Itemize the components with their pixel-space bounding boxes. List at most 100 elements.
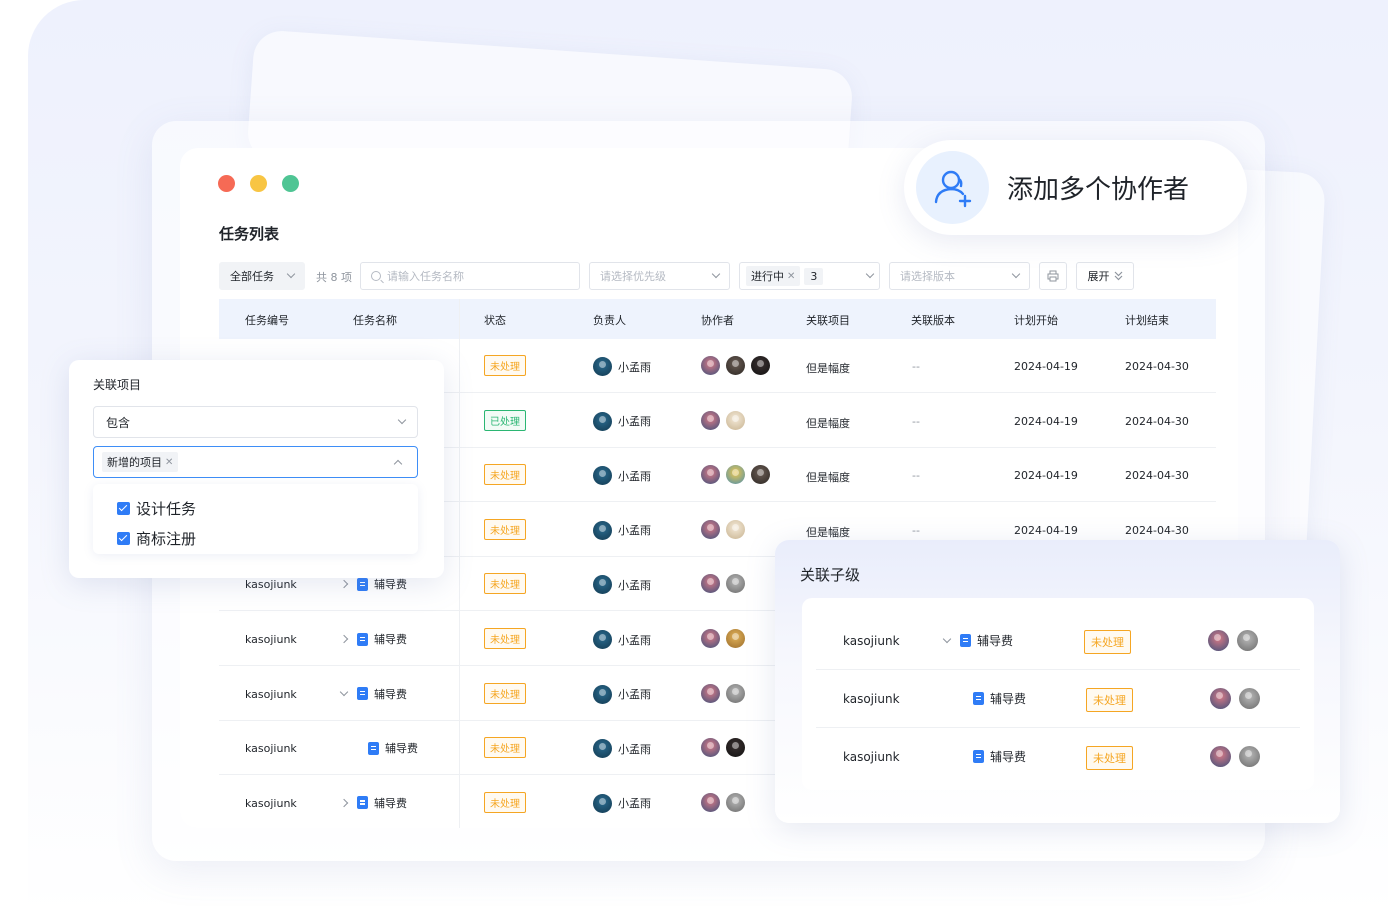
status-count: 3 [804, 267, 824, 285]
status-badge: 未处理 [484, 682, 526, 704]
collapse-icon[interactable] [339, 687, 349, 696]
column-header[interactable]: 关联版本 [911, 312, 955, 328]
related-version: -- [912, 523, 920, 537]
related-children-panel: 关联子级 kasojiunk 辅导费 未处理 kasojiunk 辅导费 未处理 kasoj… [775, 540, 1340, 823]
avatar [726, 356, 745, 375]
avatar [1210, 688, 1231, 709]
chevron-down-icon [397, 415, 407, 425]
option-trademark[interactable]: 商标注册 [117, 528, 196, 549]
owner-name: 小孟雨 [618, 688, 651, 702]
option-label: 设计任务 [136, 500, 197, 518]
expand-icon[interactable] [339, 634, 349, 644]
all-tasks-label: 全部任务 [230, 270, 274, 283]
owner-name: 小孟雨 [618, 797, 651, 811]
status-badge: 已处理 [484, 409, 526, 431]
expand-icon[interactable] [339, 798, 349, 808]
collapse-icon[interactable] [942, 634, 952, 643]
child-row[interactable]: kasojiunk 辅导费 未处理 [816, 728, 1300, 786]
owner: 小孟雨 [593, 466, 651, 486]
chevron-down-icon [286, 269, 296, 279]
collaborators[interactable] [701, 738, 745, 758]
sub-panel-title: 关联子级 [800, 566, 861, 584]
maximize-window-dot[interactable] [282, 175, 299, 192]
task-name-label: 辅导费 [990, 750, 1027, 764]
child-row[interactable]: kasojiunk 辅导费 未处理 [816, 670, 1300, 728]
priority-select[interactable]: 请选择优先级 [589, 262, 730, 290]
operator-value: 包含 [106, 415, 131, 430]
owner-name: 小孟雨 [618, 469, 651, 483]
owner-name: 小孟雨 [618, 415, 651, 429]
collaborators[interactable] [701, 465, 770, 485]
column-header[interactable]: 计划开始 [1014, 312, 1058, 328]
collaborators[interactable] [701, 683, 745, 703]
child-row[interactable]: kasojiunk 辅导费 未处理 [816, 612, 1300, 670]
collaborators[interactable] [701, 574, 745, 594]
operator-select[interactable]: 包含 [93, 406, 418, 438]
column-divider [459, 299, 460, 828]
owner: 小孟雨 [593, 793, 651, 813]
related-project-filter-panel: 关联项目 包含 新增的项目 ✕ 设计任务 商标注册 [69, 360, 444, 578]
chevron-down-icon [865, 269, 875, 279]
task-name[interactable]: 辅导费 [973, 690, 1026, 707]
status-tag[interactable]: 进行中 ✕ [746, 266, 801, 286]
collaborators[interactable] [701, 519, 745, 539]
task-code: kasojiunk [245, 578, 297, 592]
expand-icon[interactable] [339, 580, 349, 589]
task-name[interactable]: 辅导费 [973, 748, 1026, 765]
children-list: kasojiunk 辅导费 未处理 kasojiunk 辅导费 未处理 kasojiunk 辅… [802, 598, 1314, 790]
collaborators[interactable] [701, 356, 770, 375]
plan-end: 2024-04-30 [1125, 523, 1189, 537]
task-name[interactable]: 辅导费 [339, 795, 407, 811]
task-name[interactable]: 辅导费 [339, 576, 407, 592]
project-multiselect[interactable]: 新增的项目 ✕ [93, 446, 418, 478]
version-select[interactable]: 请选择版本 [889, 262, 1030, 290]
collaborators[interactable] [701, 792, 745, 812]
status-select[interactable]: 进行中 ✕ 3 [739, 262, 880, 290]
column-header[interactable]: 计划结束 [1125, 312, 1169, 328]
status-badge: 未处理 [484, 518, 526, 540]
owner-name: 小孟雨 [618, 578, 651, 592]
task-name[interactable]: 辅导费 [339, 631, 407, 647]
option-design-task[interactable]: 设计任务 [117, 498, 196, 519]
collaborators[interactable] [1208, 630, 1258, 651]
avatar [1239, 746, 1260, 767]
column-header[interactable]: 关联项目 [806, 312, 850, 328]
task-name[interactable]: 辅导费 [942, 632, 1013, 649]
collaborators[interactable] [701, 629, 745, 648]
all-tasks-dropdown[interactable]: 全部任务 [219, 262, 305, 290]
close-window-dot[interactable] [218, 175, 235, 192]
expand-label: 展开 [1087, 270, 1110, 283]
owner-name: 小孟雨 [618, 742, 651, 756]
task-name[interactable]: 辅导费 [368, 740, 418, 756]
collaborators[interactable] [1210, 746, 1260, 767]
selected-project-tag[interactable]: 新增的项目 ✕ [102, 452, 179, 472]
avatar [726, 519, 745, 539]
plan-start: 2024-04-19 [1014, 523, 1078, 537]
owner: 小孟雨 [593, 411, 651, 431]
search-input[interactable]: 请输入任务名称 [360, 262, 580, 290]
owner-name: 小孟雨 [618, 524, 651, 538]
project-options-list: 设计任务 商标注册 [93, 484, 418, 554]
column-header[interactable]: 任务编号 [245, 312, 289, 328]
print-button[interactable] [1039, 262, 1067, 290]
minimize-window-dot[interactable] [250, 175, 267, 192]
avatar [701, 356, 720, 375]
remove-tag-icon[interactable]: ✕ [787, 271, 795, 282]
column-header[interactable]: 协作者 [701, 312, 734, 328]
toolbar: 全部任务 共 8 项 请输入任务名称 请选择优先级 进行中 ✕ 3 请选择版本 [219, 262, 1219, 290]
owner: 小孟雨 [593, 630, 651, 649]
task-name[interactable]: 辅导费 [339, 686, 407, 702]
callout-text: 添加多个协作者 [1007, 175, 1190, 205]
checkbox-checked[interactable] [117, 532, 130, 545]
checkbox-checked[interactable] [117, 502, 130, 515]
avatar [751, 356, 770, 375]
column-header[interactable]: 状态 [484, 312, 506, 328]
collaborators[interactable] [1210, 688, 1260, 709]
status-badge: 未处理 [484, 737, 526, 759]
remove-tag-icon[interactable]: ✕ [165, 457, 173, 468]
column-header[interactable]: 任务名称 [353, 312, 397, 328]
column-header[interactable]: 负责人 [593, 312, 626, 328]
avatar [701, 629, 720, 648]
collaborators[interactable] [701, 410, 745, 430]
expand-button[interactable]: 展开 [1076, 262, 1134, 290]
